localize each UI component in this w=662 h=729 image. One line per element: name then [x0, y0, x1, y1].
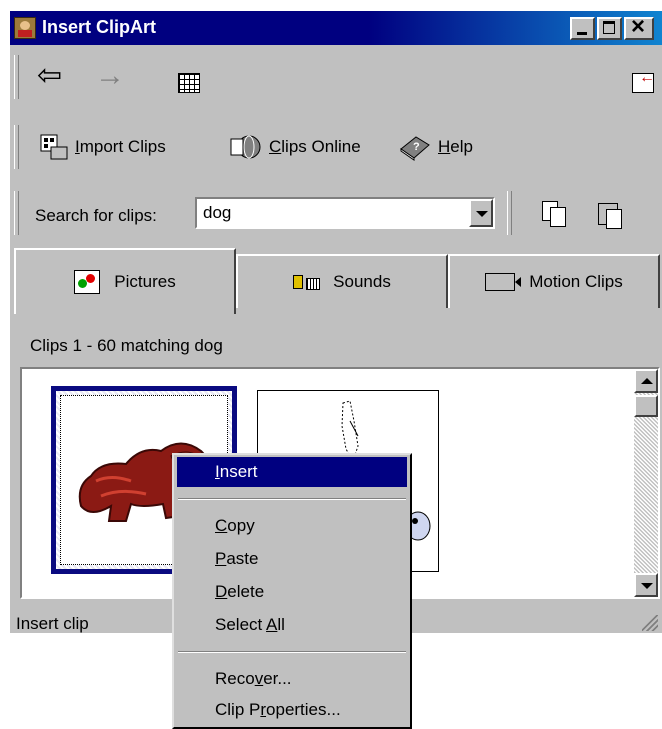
- menu-separator: [178, 651, 406, 653]
- menu-separator: [178, 498, 406, 500]
- menu-label: Clip P: [215, 700, 261, 719]
- resize-grip-icon[interactable]: [642, 615, 658, 631]
- paste-icon[interactable]: [598, 201, 622, 229]
- menu-item-paste[interactable]: Paste: [177, 544, 407, 574]
- menu-accel: P: [215, 549, 227, 568]
- minimize-button[interactable]: [570, 17, 595, 40]
- search-combo[interactable]: dog: [195, 197, 495, 229]
- import-clips-icon: [39, 133, 69, 161]
- import-clips-button[interactable]: Import Clips: [39, 133, 166, 161]
- menu-item-insert[interactable]: Insert: [177, 457, 407, 487]
- toolbar-separator: [507, 191, 512, 235]
- results-count: Clips 1 - 60 matching dog: [30, 336, 223, 355]
- close-button[interactable]: [624, 13, 654, 41]
- menu-label: aste: [226, 549, 259, 568]
- help-button[interactable]: ? Help: [398, 133, 473, 161]
- help-label: elp: [450, 137, 473, 156]
- search-label: Search for clips:: [35, 206, 157, 225]
- motion-clips-icon: [485, 273, 522, 291]
- scroll-up-button[interactable]: [634, 369, 658, 393]
- title-bar[interactable]: Insert ClipArt: [10, 11, 662, 45]
- scroll-thumb[interactable]: [634, 395, 658, 417]
- all-categories-icon[interactable]: [178, 73, 200, 93]
- pictures-icon: [74, 270, 101, 294]
- status-text: Insert clip: [16, 614, 89, 633]
- menu-accel: A: [266, 615, 278, 634]
- menu-item-recover[interactable]: Recover...: [177, 664, 407, 694]
- clips-online-button[interactable]: Clips Online: [229, 133, 361, 161]
- menu-accel: v: [254, 669, 264, 688]
- toolbar-grip: [14, 55, 19, 99]
- menu-accel: C: [215, 516, 228, 535]
- context-menu: Insert Copy Paste Delete Select All Reco…: [172, 453, 412, 729]
- menu-label: Reco: [215, 669, 255, 688]
- menu-item-copy[interactable]: Copy: [177, 511, 407, 541]
- search-input[interactable]: dog: [203, 203, 231, 223]
- menu-item-clip-properties[interactable]: Clip Properties...: [177, 695, 407, 725]
- toolbar-grip: [14, 191, 19, 235]
- scroll-down-button[interactable]: [634, 573, 658, 597]
- maximize-button[interactable]: [597, 17, 622, 40]
- menu-accel: D: [215, 582, 228, 601]
- sounds-icon: [293, 270, 321, 294]
- window-title: Insert ClipArt: [42, 17, 157, 37]
- tab-sounds-label: Sounds: [333, 272, 391, 291]
- clips-online-accel: C: [269, 137, 282, 156]
- menu-label: nsert: [219, 462, 258, 481]
- help-book-icon: ?: [398, 133, 432, 161]
- copy-icon[interactable]: [542, 201, 566, 227]
- clips-online-label: lips Online: [281, 137, 361, 156]
- clips-online-icon: [229, 133, 263, 161]
- toolbar-grip: [14, 125, 19, 169]
- help-accel: H: [438, 137, 451, 156]
- menu-item-delete[interactable]: Delete: [177, 577, 407, 607]
- import-clips-label: mport Clips: [79, 137, 166, 156]
- menu-label: elete: [227, 582, 265, 601]
- svg-text:?: ?: [413, 141, 420, 153]
- tab-sounds[interactable]: Sounds: [236, 254, 448, 308]
- menu-label: ll: [277, 615, 285, 634]
- forward-arrow-icon[interactable]: →: [95, 61, 125, 91]
- menu-label: opy: [227, 516, 255, 535]
- vertical-scrollbar[interactable]: [634, 369, 658, 597]
- clipart-app-icon: [14, 17, 36, 39]
- back-arrow-icon[interactable]: ⇦: [37, 61, 62, 91]
- menu-item-select-all[interactable]: Select All: [177, 610, 407, 640]
- menu-label: er...: [263, 669, 292, 688]
- chevron-down-icon[interactable]: [469, 199, 493, 227]
- menu-label: operties...: [266, 700, 341, 719]
- menu-label: Select: [215, 615, 267, 634]
- tab-pictures[interactable]: Pictures: [14, 248, 236, 314]
- change-to-small-window-icon[interactable]: [632, 69, 655, 93]
- tab-motion-clips[interactable]: Motion Clips: [448, 254, 660, 308]
- tab-pictures-label: Pictures: [114, 272, 176, 291]
- tab-motion-clips-label: Motion Clips: [529, 272, 623, 291]
